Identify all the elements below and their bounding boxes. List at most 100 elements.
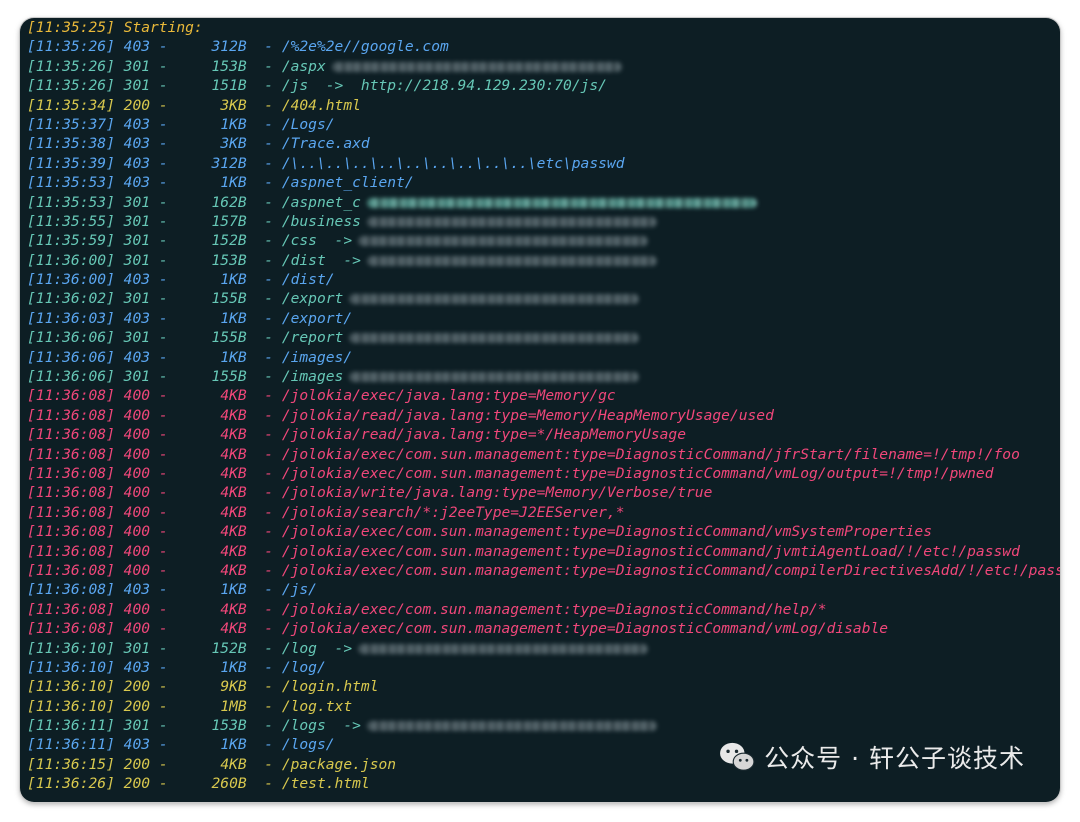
log-size: 155B [211,368,247,386]
log-status: 200 [123,96,151,114]
log-line: [11:35:53] 403 - 1KB - /aspnet_client/ [27,174,414,192]
log-path: /jolokia/exec/com.sun.management:type=Di… [281,542,1020,560]
log-line: [11:36:03] 403 - 1KB - /export/ [27,309,353,327]
log-path: /Logs/ [281,115,335,133]
log-path: /Trace.axd [281,135,370,153]
log-status: 400 [123,426,151,444]
log-size: 4KB [220,503,247,521]
log-size: 1KB [220,271,247,289]
log-time: [11:35:39] [27,154,115,172]
log-size: 1KB [220,658,247,676]
watermark: 公众号 · 轩公子谈技术 [718,738,1025,776]
log-path: /export/ [281,309,353,327]
log-status: 403 [123,115,151,133]
log-size: 4KB [220,484,247,502]
log-size: 4KB [220,523,247,541]
log-path: /aspnet_c [281,193,361,211]
log-line: [11:35:26] 403 - 312B - /%2e%2e//google.… [27,38,449,56]
log-status: 301 [123,251,151,269]
log-path: /dist/ [281,271,335,289]
log-line: [11:35:38] 403 - 3KB - /Trace.axd [27,135,370,153]
log-line: [11:36:08] 400 - 4KB - /jolokia/write/ja… [27,484,713,502]
log-status: 400 [123,503,151,521]
log-status: 403 [123,154,151,172]
log-time: [11:35:26] [27,77,115,95]
log-path: /jolokia/exec/com.sun.management:type=Di… [281,445,1020,463]
log-status: 301 [123,232,151,250]
log-time: [11:36:08] [27,542,115,560]
log-path: /report [281,329,344,347]
log-path: /%2e%2e//google.com [281,38,449,56]
log-line: [11:36:00] 301 - 153B - /dist -> [27,251,1060,270]
log-time: [11:35:38] [27,135,115,153]
log-size: 1KB [220,174,247,192]
log-time: [11:36:08] [27,426,115,444]
terminal-window[interactable]: [11:35:25] Starting: [11:35:26] 403 - 31… [20,18,1060,802]
log-status: 301 [123,212,151,230]
log-time: [11:35:34] [27,96,115,114]
log-line: [11:35:37] 403 - 1KB - /Logs/ [27,115,335,133]
log-status: 400 [123,542,151,560]
log-line: [11:35:34] 200 - 3KB - /404.html [27,96,361,114]
log-status: 301 [123,368,151,386]
log-time: [11:36:03] [27,309,115,327]
log-time: [11:36:08] [27,581,115,599]
log-path: /aspx [281,57,326,75]
redacted-blur [358,236,649,247]
log-time: [11:35:26] [27,38,115,56]
log-status: 200 [123,678,151,696]
log-status: 301 [123,193,151,211]
log-line: [11:36:08] 400 - 4KB - /jolokia/exec/com… [27,620,889,638]
log-line: [11:36:26] 200 - 260B - /test.html [27,775,370,793]
log-size: 4KB [220,542,247,560]
log-time: [11:36:26] [27,775,115,793]
log-size: 4KB [220,445,247,463]
log-status: 400 [123,561,151,579]
log-time: [11:36:11] [27,717,115,735]
log-line: [11:36:10] 301 - 152B - /log -> [27,639,1060,658]
log-status: 403 [123,309,151,327]
log-line: [11:36:08] 400 - 4KB - /jolokia/exec/com… [27,445,1020,463]
log-time: [11:35:53] [27,193,115,211]
log-size: 155B [211,290,247,308]
log-path: /images [281,368,344,386]
log-path: /dist -> [281,251,361,269]
log-line: [11:36:10] 200 - 1MB - /log.txt [27,697,353,715]
log-line: [11:35:39] 403 - 312B - /\..\..\..\..\..… [27,154,625,172]
log-status: 400 [123,406,151,424]
log-line: [11:36:08] 400 - 4KB - /jolokia/exec/jav… [27,387,616,405]
redacted-blur [358,643,649,654]
log-size: 1KB [220,736,247,754]
log-line: [11:36:02] 301 - 155B - /export [27,289,1060,308]
log-size: 4KB [220,561,247,579]
log-path: /logs/ [281,736,335,754]
log-status: 400 [123,523,151,541]
log-time: [11:36:06] [27,368,115,386]
watermark-text: 公众号 · 轩公子谈技术 [764,744,1025,773]
log-time: [11:36:08] [27,600,115,618]
log-line: [11:36:06] 301 - 155B - /report [27,328,1060,347]
log-time: [11:36:02] [27,290,115,308]
log-path: /jolokia/exec/java.lang:type=Memory/gc [281,387,616,405]
log-time: [11:36:00] [27,271,115,289]
log-status: 400 [123,464,151,482]
log-time: [11:36:10] [27,639,115,657]
log-time: [11:35:53] [27,174,115,192]
log-time: [11:36:08] [27,445,115,463]
log-size: 4KB [220,464,247,482]
log-size: 153B [211,57,247,75]
log-size: 3KB [220,135,247,153]
log-time: [11:36:15] [27,755,115,773]
log-size: 1KB [220,581,247,599]
log-size: 162B [211,193,247,211]
redacted-blur [331,61,622,72]
log-size: 152B [211,232,247,250]
log-path: /log -> [281,639,353,657]
log-status: 403 [123,135,151,153]
log-path: /js -> http://218.94.129.230:70/js/ [281,77,607,95]
log-status: 200 [123,775,151,793]
log-time: [11:36:10] [27,658,115,676]
log-status: 200 [123,755,151,773]
log-status: 403 [123,736,151,754]
log-line: [11:35:55] 301 - 157B - /business [27,212,1060,231]
